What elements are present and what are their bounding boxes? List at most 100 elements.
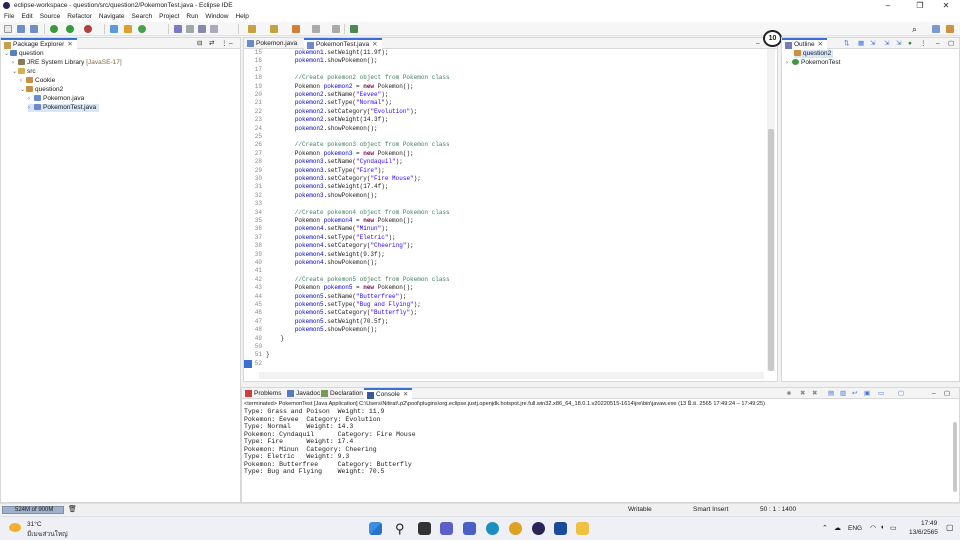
code-line[interactable]: Pokemon pokemon4 = new Pokemon();	[266, 217, 414, 224]
onedrive-icon[interactable]: ☁	[834, 524, 841, 532]
tree-item-cookie[interactable]: › Cookie	[20, 77, 55, 85]
pin-editor-icon[interactable]	[350, 25, 358, 33]
pin-console-icon[interactable]: ▣	[864, 388, 870, 399]
perspective-icon[interactable]	[932, 25, 940, 33]
volume-icon[interactable]: ◖	[880, 524, 884, 531]
menu-help[interactable]: Help	[232, 11, 252, 22]
code-line[interactable]: Pokemon pokemon2 = new Pokemon();	[266, 83, 414, 90]
remove-launch-icon[interactable]: ✖	[800, 388, 805, 399]
editor-vertical-scrollbar[interactable]	[767, 49, 775, 371]
teams-icon[interactable]	[440, 522, 453, 535]
code-line[interactable]: pokemon5.setWeight(70.5f);	[266, 318, 389, 325]
start-icon[interactable]	[369, 522, 382, 535]
new-java-project-icon[interactable]	[110, 25, 118, 33]
code-line[interactable]: Pokemon pokemon3 = new Pokemon();	[266, 150, 414, 157]
back-icon[interactable]	[292, 25, 300, 33]
minimize-view-icon[interactable]: –	[936, 38, 940, 49]
toggle-mark-icon[interactable]	[198, 25, 206, 33]
new-icon[interactable]	[4, 25, 12, 33]
close-icon[interactable]: ✕	[67, 41, 72, 48]
show-whitespace-icon[interactable]	[210, 25, 218, 33]
scroll-lock-icon[interactable]: ▥	[840, 388, 846, 399]
eclipse-icon[interactable]	[532, 522, 545, 535]
code-line[interactable]: pokemon3.setType("Fire");	[266, 167, 385, 174]
search-icon[interactable]: ⌕	[912, 24, 917, 35]
code-line[interactable]: }	[266, 335, 284, 342]
tree-item-pokemontest-java[interactable]: › PokemonTest.java	[28, 104, 100, 112]
code-line[interactable]: pokemon5.setName("Butterfree");	[266, 293, 407, 300]
minimize-view-icon[interactable]: –	[756, 38, 760, 49]
clock-date[interactable]: 13/6/2565	[909, 529, 938, 536]
menu-run[interactable]: Run	[183, 11, 202, 22]
open-console-icon[interactable]: ▢	[898, 388, 904, 399]
code-line[interactable]: pokemon4.setWeight(9.3f);	[266, 251, 385, 258]
heap-status[interactable]: 524M of 900M	[2, 506, 64, 514]
code-line[interactable]: pokemon2.setType("Normal");	[266, 99, 392, 106]
menu-window[interactable]: Window	[202, 11, 232, 22]
view-menu-icon[interactable]: ⋮	[221, 38, 228, 49]
search-icon[interactable]: ⚲	[395, 522, 408, 535]
wifi-icon[interactable]: ◠	[870, 524, 876, 532]
code-line[interactable]: //Create pokemon3 object from Pokemon cl…	[266, 141, 450, 148]
code-line[interactable]: pokemon3.setName("Cyndaquil");	[266, 158, 403, 165]
code-line[interactable]: pokemon3.showPokemon();	[266, 192, 378, 199]
language-indicator[interactable]: ENG	[848, 525, 862, 532]
hide-fields-icon[interactable]: ▦	[858, 38, 864, 49]
code-line[interactable]: pokemon2.setName("Eevee");	[266, 91, 389, 98]
console-scrollbar[interactable]	[953, 422, 957, 492]
menu-edit[interactable]: Edit	[18, 11, 36, 22]
code-line[interactable]: pokemon1.setWeight(11.9f);	[266, 49, 389, 56]
code-line[interactable]: pokemon5.setCategory("Butterfly");	[266, 309, 417, 316]
tab-declaration[interactable]: Declaration	[318, 388, 367, 399]
app-icon[interactable]	[554, 522, 567, 535]
open-type-icon[interactable]	[174, 25, 182, 33]
clear-console-icon[interactable]: ▤	[828, 388, 834, 399]
tab-pokemon-java[interactable]: Pokemon.java	[244, 38, 301, 49]
chevron-right-icon[interactable]: ›	[786, 59, 792, 67]
tree-item-question2[interactable]: ⌄ question2	[20, 86, 63, 94]
code-line[interactable]: pokemon5.showPokemon();	[266, 326, 378, 333]
code-line[interactable]: //Create pokemon2 object from Pokemon cl…	[266, 74, 450, 81]
menu-refactor[interactable]: Refactor	[64, 11, 96, 22]
menu-file[interactable]: File	[0, 11, 18, 22]
minimize-view-icon[interactable]: –	[229, 38, 233, 49]
code-line[interactable]: //Create pokemon5 object from Pokemon cl…	[266, 276, 450, 283]
close-icon[interactable]: ✕	[818, 41, 823, 48]
external-tools-icon[interactable]	[84, 25, 92, 33]
code-line[interactable]: pokemon4.showPokemon();	[266, 259, 378, 266]
code-line[interactable]: pokemon2.setWeight(14.3f);	[266, 116, 389, 123]
maximize-view-icon[interactable]: ▢	[948, 38, 954, 49]
clock-time[interactable]: 17:49	[921, 520, 937, 527]
maximize-button[interactable]: ❐	[906, 0, 934, 11]
tab-pokemontest-java[interactable]: PokemonTest.java ✕	[304, 38, 382, 49]
editor-horizontal-scrollbar[interactable]	[259, 372, 764, 379]
code-line[interactable]: pokemon4.setType("Eletric");	[266, 234, 396, 241]
save-all-icon[interactable]	[30, 25, 38, 33]
battery-icon[interactable]: ▭	[890, 524, 897, 532]
code-line[interactable]: pokemon5.setType("Bug and Flying");	[266, 301, 421, 308]
display-console-icon[interactable]: ▭	[878, 388, 884, 399]
view-menu-icon[interactable]: ⋮	[920, 38, 927, 49]
code-line[interactable]: pokemon4.setCategory("Cheering");	[266, 242, 414, 249]
java-perspective-icon[interactable]	[946, 25, 954, 33]
hide-static-icon[interactable]: ⇲	[870, 38, 875, 49]
weather-temp[interactable]: 31°C	[27, 521, 42, 528]
chrome-icon[interactable]	[509, 522, 522, 535]
tab-problems[interactable]: Problems	[242, 388, 285, 399]
close-icon[interactable]: ✕	[372, 41, 377, 48]
minimize-view-icon[interactable]: –	[932, 388, 936, 399]
menu-project[interactable]: Project	[156, 11, 183, 22]
tab-outline[interactable]: Outline ✕	[782, 38, 828, 49]
new-package-icon[interactable]	[124, 25, 132, 33]
new-class-icon[interactable]	[138, 25, 146, 33]
outline-item-pokemontest[interactable]: › PokemonTest	[786, 59, 840, 67]
search-tool-icon[interactable]	[186, 25, 194, 33]
maximize-view-icon[interactable]: ▢	[944, 388, 950, 399]
code-line[interactable]: pokemon3.setCategory("Fire Mouse");	[266, 175, 421, 182]
hide-nonpublic-icon[interactable]: ⇲	[884, 38, 889, 49]
code-line[interactable]: Pokemon pokemon5 = new Pokemon();	[266, 284, 414, 291]
notification-icon[interactable]: ▢	[946, 523, 954, 532]
chevron-up-icon[interactable]: ⌃	[822, 524, 828, 532]
forward-icon[interactable]	[312, 25, 320, 33]
prev-annotation-icon[interactable]	[270, 25, 278, 33]
